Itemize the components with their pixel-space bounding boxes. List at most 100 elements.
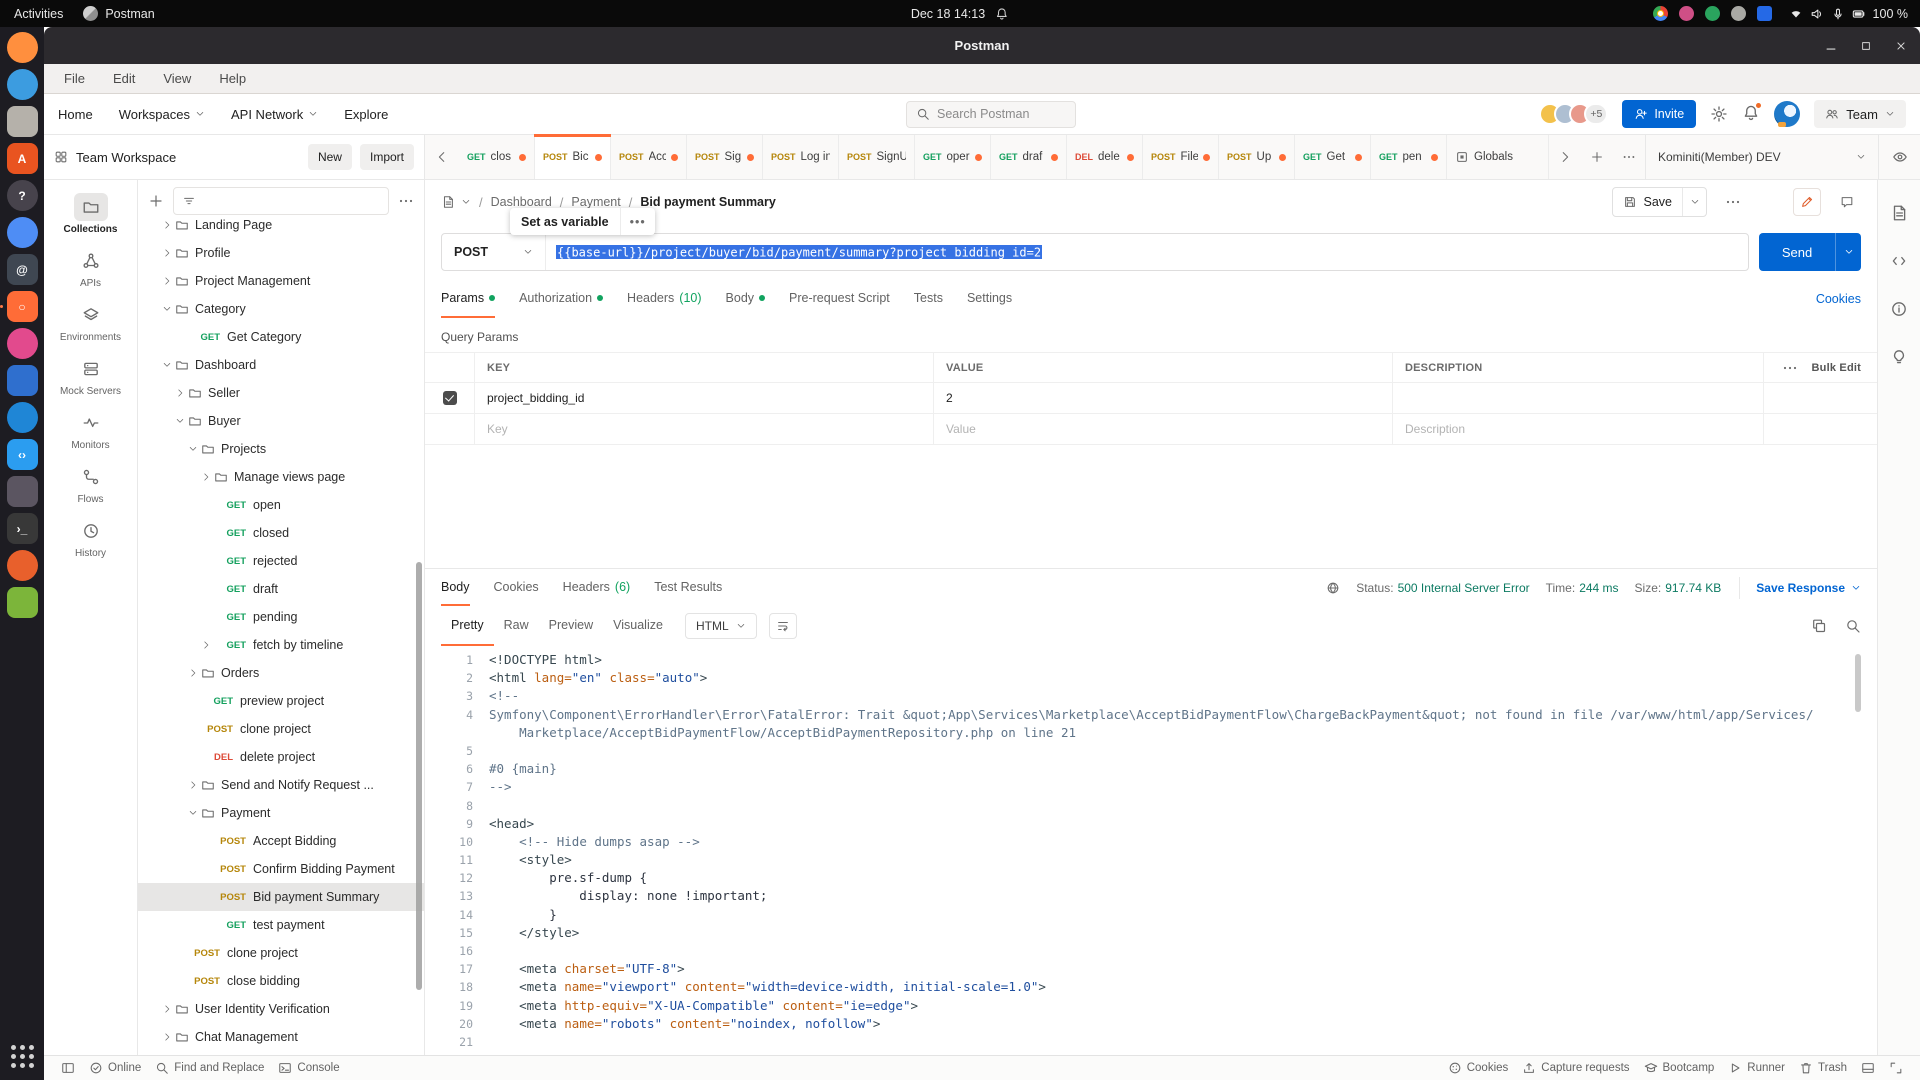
edit-request-button[interactable] (1793, 188, 1821, 216)
window-titlebar[interactable]: Postman (44, 27, 1920, 64)
tab-globals[interactable]: Globals (1447, 135, 1549, 179)
statusbar-bootcamp[interactable]: Bootcamp (1637, 1061, 1722, 1075)
statusbar-console[interactable]: Console (271, 1056, 346, 1080)
param-description-placeholder[interactable]: Description (1392, 414, 1763, 444)
request-tab-params[interactable]: Params (441, 280, 495, 318)
tree-folder-projects[interactable]: Projects (138, 435, 424, 463)
tab-dele[interactable]: DELdele (1067, 135, 1143, 179)
nav-api-network[interactable]: API Network (231, 107, 318, 122)
tree-request-bid-payment-summary[interactable]: POSTBid payment Summary (138, 883, 424, 911)
pink-app-dock-icon[interactable] (7, 328, 38, 359)
nav-explore[interactable]: Explore (344, 107, 388, 122)
tree-folder-user-identity-verification[interactable]: User Identity Verification (138, 995, 424, 1023)
user-avatar[interactable] (1774, 101, 1800, 127)
tree-request-get-category[interactable]: GETGet Category (138, 323, 424, 351)
chrome-dock-icon[interactable] (7, 217, 38, 248)
view-tab-pretty[interactable]: Pretty (441, 606, 494, 646)
rail-item-history[interactable]: History (47, 512, 135, 564)
info-icon[interactable] (1890, 300, 1908, 318)
rail-item-mock-servers[interactable]: Mock Servers (47, 350, 135, 402)
menu-view[interactable]: View (163, 71, 191, 86)
microphone-icon[interactable] (1831, 7, 1845, 21)
software-store-dock-icon[interactable]: A (7, 143, 38, 174)
request-more-actions-icon[interactable] (1719, 188, 1747, 216)
workspace-switcher[interactable]: Team Workspace (54, 150, 176, 165)
statusbar-expand-window[interactable] (1882, 1061, 1910, 1075)
response-body-viewer[interactable]: 1<!DOCTYPE html>2<html lang="en" class="… (425, 646, 1877, 1055)
help-dock-icon[interactable]: ? (7, 180, 38, 211)
statusbar-trash[interactable]: Trash (1792, 1061, 1854, 1075)
tree-folder-payment[interactable]: Payment (138, 799, 424, 827)
volume-icon[interactable] (1810, 7, 1824, 21)
rail-item-environments[interactable]: Environments (47, 296, 135, 348)
avatar-overflow-count[interactable]: +5 (1584, 103, 1608, 125)
view-tab-raw[interactable]: Raw (494, 606, 539, 646)
tree-folder-chat-management[interactable]: Chat Management (138, 1023, 424, 1051)
popover-more-icon[interactable]: ••• (620, 208, 655, 235)
view-tab-preview[interactable]: Preview (539, 606, 603, 646)
environment-selector[interactable]: Kominiti(Member) DEV (1645, 135, 1878, 179)
teamviewer-tray-icon[interactable] (1757, 6, 1772, 21)
tab-up[interactable]: POSTUp (1219, 135, 1295, 179)
tree-request-delete-project[interactable]: DELdelete project (138, 743, 424, 771)
url-input[interactable]: {{base-url}}/project/buyer/bid/payment/s… (546, 245, 1042, 259)
tree-request-close-bidding[interactable]: POSTclose bidding (138, 967, 424, 995)
request-tab-tests[interactable]: Tests (914, 280, 943, 318)
save-button[interactable]: Save (1612, 187, 1708, 217)
network-icon[interactable] (1789, 7, 1803, 21)
cookies-link[interactable]: Cookies (1816, 292, 1861, 306)
request-tab-body[interactable]: Body (726, 280, 766, 318)
response-tab-test-results[interactable]: Test Results (654, 569, 722, 606)
rail-item-apis[interactable]: APIs (47, 242, 135, 294)
breadcrumb-dashboard[interactable]: Dashboard (491, 195, 552, 209)
param-value-placeholder[interactable]: Value (933, 414, 1392, 444)
tab-oper[interactable]: GEToper (915, 135, 991, 179)
response-tab-headers[interactable]: Headers(6) (563, 569, 631, 606)
breadcrumb-current[interactable]: Bid payment Summary (640, 195, 775, 209)
tree-request-clone-project[interactable]: POSTclone project (138, 715, 424, 743)
comments-button[interactable] (1833, 188, 1861, 216)
chevron-down-icon[interactable] (1844, 247, 1854, 257)
vscode-dock-icon[interactable]: ‹› (7, 439, 38, 470)
time-value[interactable]: 244 ms (1579, 581, 1618, 595)
tab-options-icon[interactable] (1622, 150, 1636, 164)
postman-dock-icon[interactable]: ○ (7, 291, 38, 322)
statusbar-cookies[interactable]: Cookies (1441, 1061, 1516, 1075)
terminal-dock-icon[interactable]: ›_ (7, 513, 38, 544)
app-green-tray-icon[interactable] (1705, 6, 1720, 21)
nav-home[interactable]: Home (58, 107, 93, 122)
statusbar-find-and-replace[interactable]: Find and Replace (148, 1056, 271, 1080)
tab-file[interactable]: POSTFile (1143, 135, 1219, 179)
tab-clos[interactable]: GETclos (459, 135, 535, 179)
app-gray-tray-icon[interactable] (1731, 6, 1746, 21)
tab-acc[interactable]: POSTAcc (611, 135, 687, 179)
tree-request-accept-bidding[interactable]: POSTAccept Bidding (138, 827, 424, 855)
param-key-cell[interactable]: project_bidding_id (474, 383, 933, 413)
focused-app-indicator[interactable]: Postman (83, 6, 154, 21)
set-as-variable-button[interactable]: Set as variable (510, 208, 620, 235)
tree-folder-media-upload[interactable]: Media Upload (138, 1051, 424, 1055)
dark-tool-dock-icon[interactable] (7, 476, 38, 507)
add-collection-icon[interactable] (148, 193, 164, 209)
rail-item-flows[interactable]: Flows (47, 458, 135, 510)
tree-folder-profile[interactable]: Profile (138, 239, 424, 267)
tab-pen[interactable]: GETpen (1371, 135, 1447, 179)
team-button[interactable]: Team (1814, 100, 1906, 128)
new-tab-icon[interactable] (1590, 150, 1604, 164)
tree-folder-send-and-notify-request-[interactable]: Send and Notify Request ... (138, 771, 424, 799)
statusbar-online-status[interactable]: Online (82, 1056, 148, 1080)
copy-response-icon[interactable] (1811, 618, 1827, 634)
tree-request-pending[interactable]: GETpending (138, 603, 424, 631)
environment-quick-look-icon[interactable] (1892, 149, 1908, 165)
tab-draf[interactable]: GETdraf (991, 135, 1067, 179)
tree-request-preview-project[interactable]: GETpreview project (138, 687, 424, 715)
menu-file[interactable]: File (64, 71, 85, 86)
nav-workspaces[interactable]: Workspaces (119, 107, 205, 122)
search-input[interactable]: Search Postman (906, 101, 1076, 128)
request-tab-settings[interactable]: Settings (967, 280, 1012, 318)
tab-sig[interactable]: POSTSig (687, 135, 763, 179)
thunderbird-dock-icon[interactable] (7, 69, 38, 100)
tree-scrollbar[interactable] (416, 562, 422, 990)
loop-app-dock-icon[interactable] (7, 402, 38, 433)
request-tab-headers[interactable]: Headers(10) (627, 280, 701, 318)
